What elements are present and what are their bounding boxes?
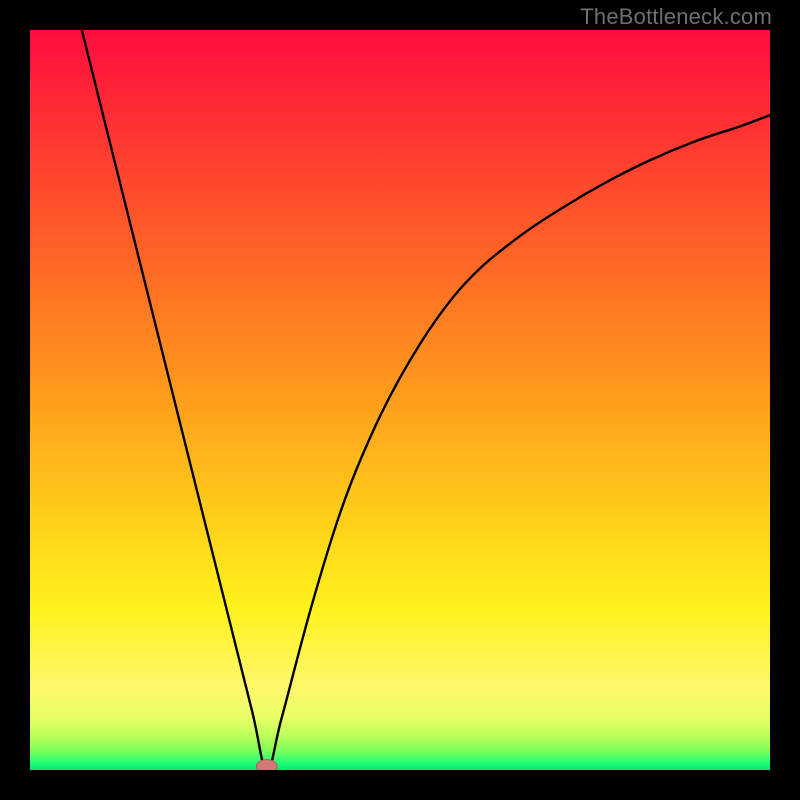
chart-frame: TheBottleneck.com	[0, 0, 800, 800]
gradient-background	[30, 30, 770, 770]
minimum-marker	[256, 760, 277, 770]
watermark-text: TheBottleneck.com	[580, 4, 772, 30]
bottleneck-plot	[30, 30, 770, 770]
